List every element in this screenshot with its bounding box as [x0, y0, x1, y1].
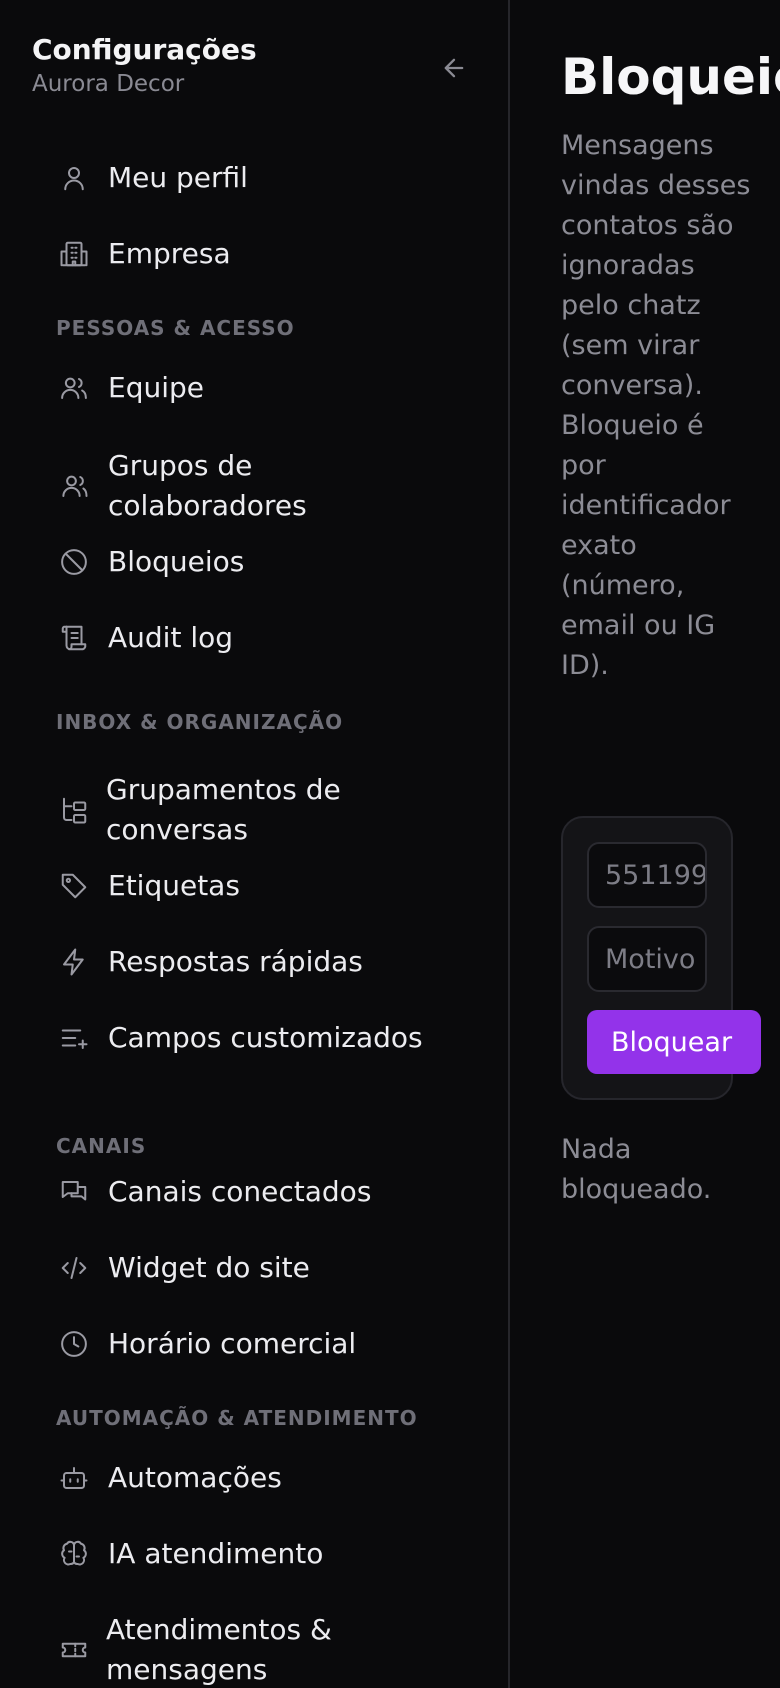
scroll-icon [54, 618, 94, 658]
section-heading-canais: CANAIS [56, 1134, 147, 1158]
user-icon [54, 158, 94, 198]
sidebar-item-label: IA atendimento [108, 1537, 324, 1570]
building-icon [54, 234, 94, 274]
app: Configurações Aurora Decor Meu perfil Em… [0, 0, 780, 1688]
messages-icon [54, 1172, 94, 1212]
folder-tree-icon [54, 790, 94, 830]
sidebar-item-label: Horário comercial [108, 1327, 357, 1360]
back-button[interactable] [432, 46, 476, 90]
sidebar: Configurações Aurora Decor Meu perfil Em… [0, 0, 510, 1688]
code-icon [54, 1248, 94, 1288]
sidebar-item-label: Equipe [108, 371, 204, 404]
sidebar-subtitle: Aurora Decor [32, 71, 185, 97]
sidebar-item-label: Canais conectados [108, 1175, 372, 1208]
main-content: Bloqueios Mensagens vindas desses contat… [512, 0, 780, 1688]
sidebar-item-empresa[interactable]: Empresa [40, 234, 486, 274]
sidebar-item-label: Automações [108, 1461, 282, 1494]
sidebar-item-label: Bloqueios [108, 545, 245, 578]
tag-icon [54, 866, 94, 906]
ban-icon [54, 542, 94, 582]
sidebar-item-label: Respostas rápidas [108, 945, 363, 978]
bot-icon [54, 1458, 94, 1498]
sidebar-item-label: Campos customizados [108, 1021, 423, 1054]
sidebar-item-canais-conectados[interactable]: Canais conectados [40, 1172, 486, 1212]
sidebar-item-label: Empresa [108, 237, 231, 270]
sidebar-item-meu-perfil[interactable]: Meu perfil [40, 158, 486, 198]
sidebar-item-grupamentos-conversas[interactable]: Grupamentos de conversas [40, 770, 486, 850]
sidebar-item-bloqueios[interactable]: Bloqueios [40, 542, 486, 582]
sidebar-item-atendimentos-mensagens[interactable]: Atendimentos & mensagens [40, 1610, 486, 1688]
sidebar-item-label: Grupos de colaboradores [108, 449, 307, 522]
sidebar-item-widget-site[interactable]: Widget do site [40, 1248, 486, 1288]
block-form-card: Bloquear [561, 816, 761, 1100]
section-heading-inbox: INBOX & ORGANIZAÇÃO [56, 710, 344, 734]
ticket-icon [54, 1630, 94, 1670]
sidebar-item-campos-customizados[interactable]: Campos customizados [40, 1018, 486, 1058]
sidebar-item-equipe[interactable]: Equipe [40, 368, 486, 408]
sidebar-item-etiquetas[interactable]: Etiquetas [40, 866, 486, 906]
arrow-left-icon [444, 58, 464, 78]
sidebar-item-grupos-colaboradores[interactable]: Grupos de colaboradores [40, 446, 486, 526]
block-button[interactable]: Bloquear [587, 1010, 761, 1074]
sidebar-item-horario-comercial[interactable]: Horário comercial [40, 1324, 486, 1364]
sidebar-item-ia-atendimento[interactable]: IA atendimento [40, 1534, 486, 1574]
list-plus-icon [54, 1018, 94, 1058]
page-description: Mensagens vindas desses contatos são ign… [561, 130, 751, 681]
page-title: Bloqueios [561, 48, 780, 106]
sidebar-header: Configurações Aurora Decor [32, 32, 476, 104]
sidebar-item-label: Widget do site [108, 1251, 310, 1284]
sidebar-item-label: Audit log [108, 621, 234, 654]
section-heading-automacao: AUTOMAÇÃO & ATENDIMENTO [56, 1406, 418, 1430]
sidebar-item-label: Atendimentos & mensagens [106, 1613, 332, 1686]
section-heading-pessoas: PESSOAS & ACESSO [56, 316, 295, 340]
sidebar-item-label: Etiquetas [108, 869, 240, 902]
sidebar-item-audit-log[interactable]: Audit log [40, 618, 486, 658]
sidebar-title: Configurações [32, 33, 257, 66]
sidebar-item-automacoes[interactable]: Automações [40, 1458, 486, 1498]
clock-icon [54, 1324, 94, 1364]
zap-icon [54, 942, 94, 982]
brain-icon [54, 1534, 94, 1574]
users-icon [54, 368, 94, 408]
sidebar-item-label: Grupamentos de conversas [106, 773, 341, 846]
reason-input[interactable] [587, 926, 707, 992]
sidebar-item-label: Meu perfil [108, 161, 248, 194]
identifier-input[interactable] [587, 842, 707, 908]
sidebar-item-respostas-rapidas[interactable]: Respostas rápidas [40, 942, 486, 982]
users-group-icon [54, 466, 94, 506]
empty-state: Nada bloqueado. [561, 1134, 712, 1205]
